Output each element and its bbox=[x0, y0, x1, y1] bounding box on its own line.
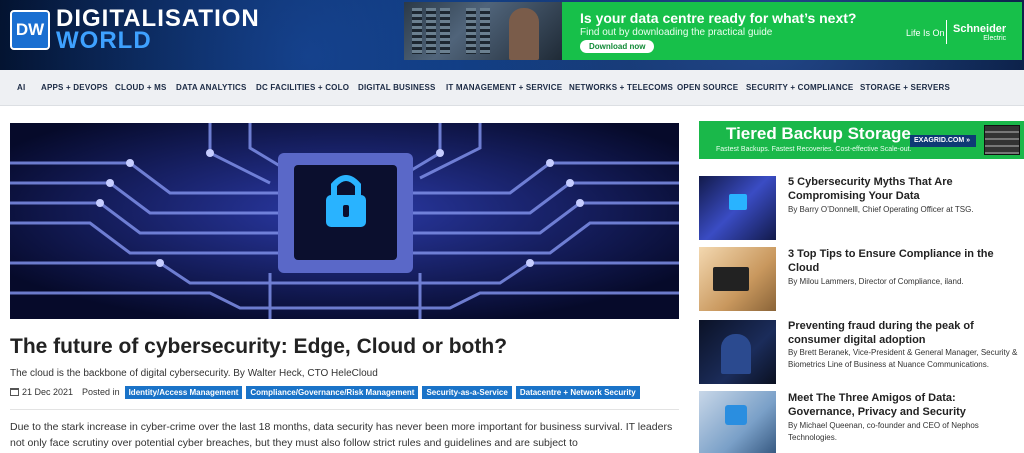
sidebar-ad[interactable]: Tiered Backup Storage Fastest Backups. F… bbox=[699, 121, 1024, 159]
nav-item-data-analytics[interactable]: DATA ANALYTICS bbox=[176, 83, 247, 92]
nav-item-cloud-ms[interactable]: CLOUD + MS bbox=[115, 83, 167, 92]
nav-item-dc-facilities[interactable]: DC FACILITIES + COLO bbox=[256, 83, 349, 92]
server-icon bbox=[984, 125, 1020, 155]
card-thumbnail[interactable] bbox=[699, 247, 776, 311]
card-byline: By Michael Queenan, co-founder and CEO o… bbox=[788, 421, 979, 442]
tag-compliance-governance[interactable]: Compliance/Governance/Risk Management bbox=[246, 385, 419, 399]
nav-item-ai[interactable]: AI bbox=[17, 83, 25, 92]
logo-badge: DW bbox=[10, 10, 50, 50]
card-byline: By Barry O’Donnelll, Chief Operating Off… bbox=[788, 205, 974, 214]
article-date: 21 Dec 2021 bbox=[22, 387, 74, 397]
card-title[interactable]: Meet The Three Amigos of Data: Governanc… bbox=[788, 391, 1024, 419]
nav-item-apps-devops[interactable]: APPS + DEVOPS bbox=[41, 83, 108, 92]
card-thumbnail[interactable] bbox=[699, 320, 776, 384]
nav-item-it-management[interactable]: IT MANAGEMENT + SERVICE bbox=[446, 83, 562, 92]
article-meta: 21 Dec 2021 Posted in Identity/Access Ma… bbox=[10, 385, 644, 399]
tag-identity-access[interactable]: Identity/Access Management bbox=[124, 385, 243, 399]
banner-ad[interactable]: Is your data centre ready for what’s nex… bbox=[404, 2, 1022, 60]
hero-image bbox=[10, 123, 679, 319]
posted-in-label: Posted in bbox=[82, 387, 120, 397]
download-now-button[interactable]: Download now bbox=[580, 40, 655, 53]
card-title[interactable]: 5 Cybersecurity Myths That Are Compromis… bbox=[788, 175, 1024, 203]
calendar-icon bbox=[10, 388, 19, 396]
brand-sub: Electric bbox=[983, 35, 1007, 42]
logo-line-2: WORLD bbox=[56, 27, 152, 54]
card-thumbnail[interactable] bbox=[699, 176, 776, 240]
main-nav: AI APPS + DEVOPS CLOUD + MS DATA ANALYTI… bbox=[0, 70, 1024, 106]
divider bbox=[10, 409, 679, 410]
article-title: The future of cybersecurity: Edge, Cloud… bbox=[10, 335, 508, 358]
tag-security-as-a-service[interactable]: Security-as-a-Service bbox=[422, 385, 512, 399]
tag-datacentre-network-security[interactable]: Datacentre + Network Security bbox=[515, 385, 640, 399]
banner-ad-divider bbox=[946, 20, 947, 44]
card-byline: By Brett Beranek, Vice-President & Gener… bbox=[788, 348, 1018, 369]
banner-ad-photo bbox=[404, 2, 562, 60]
nav-item-open-source[interactable]: OPEN SOURCE bbox=[677, 83, 738, 92]
banner-ad-subtext: Find out by downloading the practical gu… bbox=[580, 27, 773, 38]
article-body: Due to the stark increase in cyber-crime… bbox=[10, 421, 673, 449]
sidebar-ad-headline: Tiered Backup Storage bbox=[726, 124, 911, 143]
card-title[interactable]: Preventing fraud during the peak of cons… bbox=[788, 319, 1024, 347]
exagrid-button[interactable]: EXAGRID.COM » bbox=[910, 135, 976, 147]
card-thumbnail[interactable] bbox=[699, 391, 776, 453]
schneider-logo: Schneider Electric bbox=[953, 24, 1006, 44]
nav-item-security[interactable]: SECURITY + COMPLIANCE bbox=[746, 83, 853, 92]
card-byline: By Milou Lammers, Director of Compliance… bbox=[788, 277, 964, 286]
card-title[interactable]: 3 Top Tips to Ensure Compliance in the C… bbox=[788, 247, 1024, 275]
nav-item-storage[interactable]: STORAGE + SERVERS bbox=[860, 83, 950, 92]
banner-ad-tagline: Life Is On bbox=[906, 28, 945, 38]
nav-item-digital-business[interactable]: DIGITAL BUSINESS bbox=[358, 83, 436, 92]
banner-ad-headline: Is your data centre ready for what’s nex… bbox=[580, 10, 857, 26]
article-subtitle: The cloud is the backbone of digital cyb… bbox=[10, 368, 378, 379]
site-header: DW DIGITALISATION WORLD Is your data cen… bbox=[0, 0, 1024, 70]
site-logo[interactable]: DW DIGITALISATION WORLD bbox=[10, 7, 260, 54]
nav-item-networks[interactable]: NETWORKS + TELECOMS bbox=[569, 83, 673, 92]
sidebar-ad-subtext: Fastest Backups. Fastest Recoveries. Cos… bbox=[716, 146, 912, 153]
